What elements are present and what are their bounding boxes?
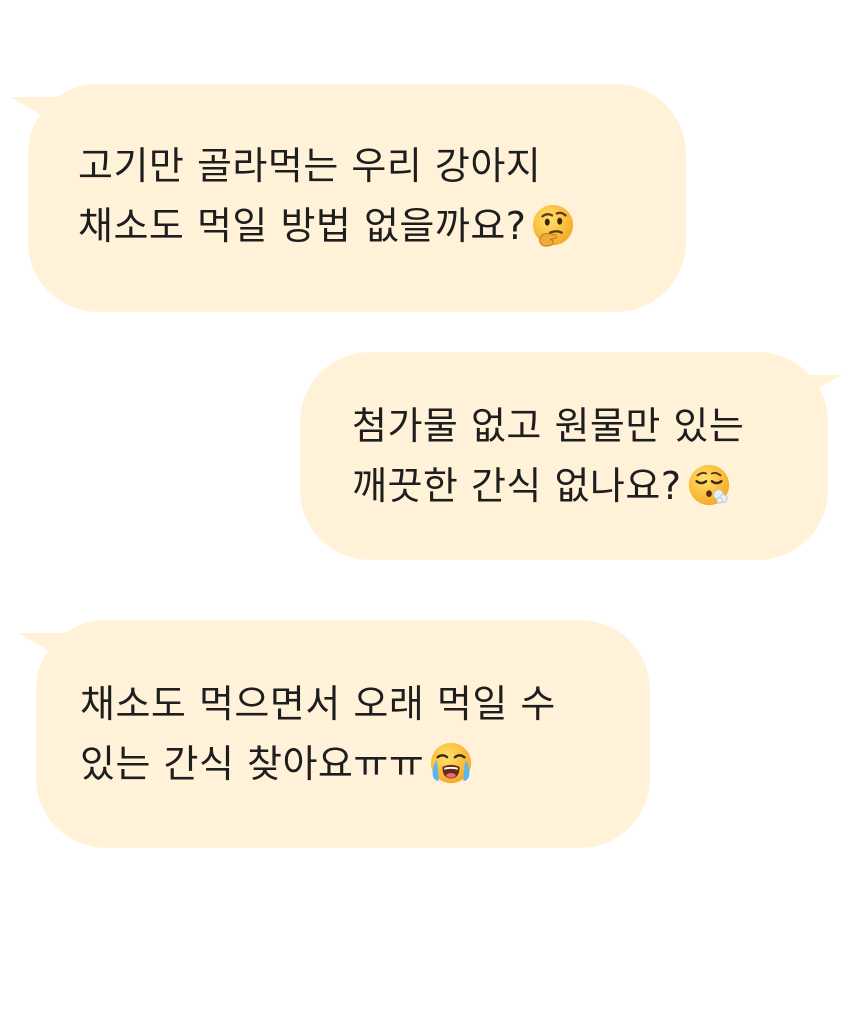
- thinking-face-icon: [533, 204, 574, 247]
- message-text-1: 고기만 골라먹는 우리 강아지 채소도 먹일 방법 없을까요?: [78, 136, 576, 256]
- message-3-line-1: 채소도 먹으면서 오래 먹일 수: [80, 682, 556, 726]
- message-3-line-2-text: 있는 간식 찾아요ㅠㅠ: [80, 742, 425, 786]
- message-2-line-2: 깨끗한 간식 없나요?: [352, 456, 744, 516]
- loudly-crying-face-icon: [431, 742, 472, 784]
- message-2-line-1: 첨가물 없고 원물만 있는: [352, 404, 745, 448]
- message-1-line-2-text: 채소도 먹일 방법 없을까요?: [78, 204, 527, 248]
- chat-conversation: 고기만 골라먹는 우리 강아지 채소도 먹일 방법 없을까요? 첨가물 없고 원: [0, 0, 860, 1031]
- message-text-3: 채소도 먹으면서 오래 먹일 수 있는 간식 찾아요ㅠㅠ: [80, 674, 556, 794]
- face-exhaling-icon: [688, 464, 729, 506]
- message-1-line-1: 고기만 골라먹는 우리 강아지: [78, 144, 542, 188]
- message-2-line-2-text: 깨끗한 간식 없나요?: [352, 464, 682, 508]
- message-3-line-2: 있는 간식 찾아요ㅠㅠ: [80, 734, 556, 794]
- message-1-line-2: 채소도 먹일 방법 없을까요?: [78, 196, 576, 256]
- message-text-2: 첨가물 없고 원물만 있는 깨끗한 간식 없나요?: [352, 396, 744, 516]
